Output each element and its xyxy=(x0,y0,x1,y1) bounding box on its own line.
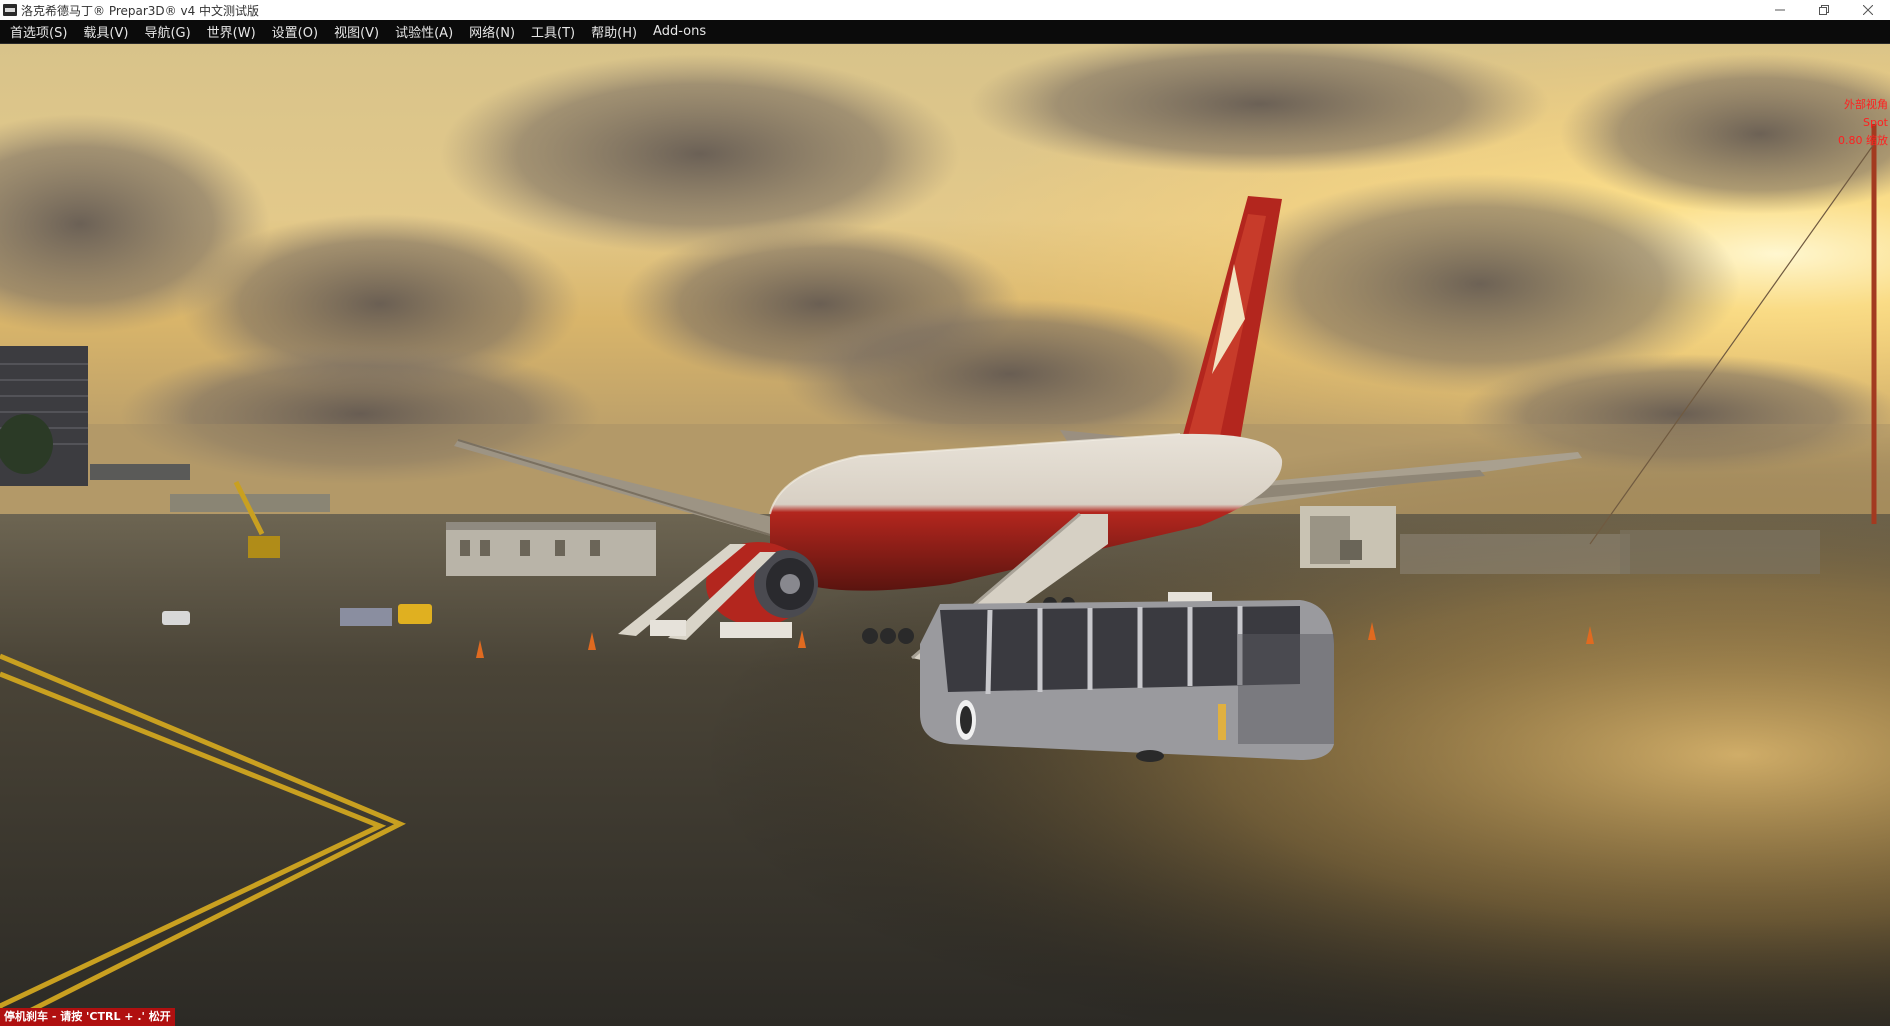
scene-render xyxy=(0,44,1890,1026)
menu-settings[interactable]: 设置(O) xyxy=(264,22,326,41)
close-icon xyxy=(1863,5,1873,15)
minimize-icon xyxy=(1775,9,1785,11)
view-info-overlay: 外部视角 Spot 0.80 缩放 xyxy=(1838,96,1888,150)
menu-tools[interactable]: 工具(T) xyxy=(523,22,583,41)
restore-button[interactable] xyxy=(1802,0,1846,20)
menu-experimental[interactable]: 试验性(A) xyxy=(387,22,461,41)
menu-help[interactable]: 帮助(H) xyxy=(583,22,645,41)
window-title-bar[interactable]: 洛克希德马丁® Prepar3D® v4 中文测试版 xyxy=(0,0,1890,20)
menu-navigation[interactable]: 导航(G) xyxy=(136,22,198,41)
menu-network[interactable]: 网络(N) xyxy=(461,22,523,41)
menu-addons[interactable]: Add-ons xyxy=(645,24,714,39)
view-name-label: Spot xyxy=(1862,116,1888,129)
view-mode-label: 外部视角 xyxy=(1844,98,1888,111)
restore-icon xyxy=(1819,5,1829,15)
menu-vehicle[interactable]: 载具(V) xyxy=(75,22,136,41)
window-controls xyxy=(1758,0,1890,20)
prepar3d-app-icon xyxy=(3,4,17,16)
window-title: 洛克希德马丁® Prepar3D® v4 中文测试版 xyxy=(21,3,260,18)
parking-brake-status: 停机刹车 - 请按 'CTRL + .' 松开 xyxy=(0,1008,175,1026)
menu-preferences[interactable]: 首选项(S) xyxy=(2,22,75,41)
menu-bar: 首选项(S) 载具(V) 导航(G) 世界(W) 设置(O) 视图(V) 试验性… xyxy=(0,20,1890,44)
minimize-button[interactable] xyxy=(1758,0,1802,20)
zoom-level-label: 0.80 缩放 xyxy=(1838,134,1888,147)
close-button[interactable] xyxy=(1846,0,1890,20)
simulator-viewport[interactable]: 外部视角 Spot 0.80 缩放 xyxy=(0,44,1890,1026)
menu-view[interactable]: 视图(V) xyxy=(326,22,387,41)
menu-world[interactable]: 世界(W) xyxy=(199,22,264,41)
